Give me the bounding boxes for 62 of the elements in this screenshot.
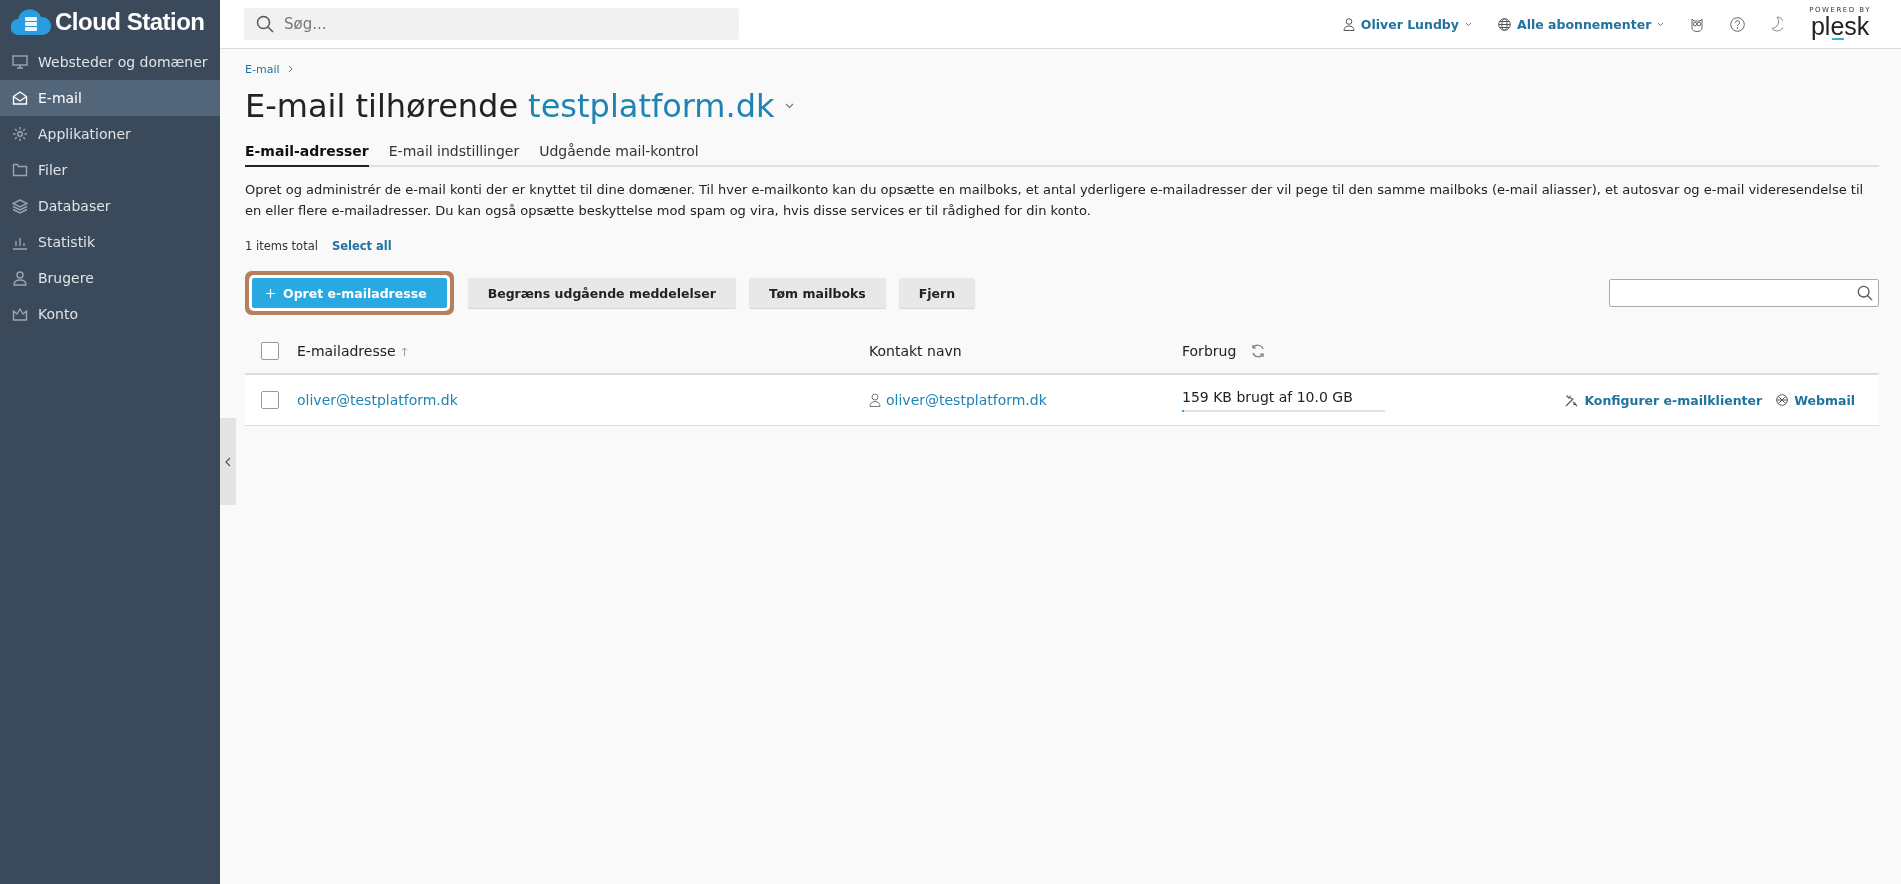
usage-text: 159 KB brugt af 10.0 GB <box>1182 388 1353 405</box>
brand-name: Cloud Station <box>55 8 205 36</box>
mail-icon <box>12 90 28 106</box>
tab[interactable]: E-mail indstillinger <box>388 139 520 167</box>
toolbar-button[interactable]: Tøm mailboks <box>748 278 886 308</box>
sort-arrow-icon <box>400 346 408 356</box>
page-title: E-mail tilhørende <box>245 87 519 125</box>
webmail-link[interactable]: Webmail <box>1776 392 1855 408</box>
search-icon <box>1857 285 1873 301</box>
sidebar-item[interactable]: E-mail <box>0 80 220 116</box>
configure-link[interactable]: Konfigurer e-mailklienter <box>1565 392 1763 408</box>
contact-link[interactable]: oliver@testplatform.dk <box>886 392 1047 408</box>
email-link[interactable]: oliver@testplatform.dk <box>297 392 458 408</box>
breadcrumb-link[interactable]: E-mail <box>245 62 280 76</box>
chevron-right-icon <box>287 65 293 73</box>
caret-icon[interactable] <box>784 103 794 109</box>
chevron-left-icon <box>225 456 231 467</box>
toolbar-button[interactable]: Fjern <box>898 278 976 308</box>
cloud-server-logo-icon <box>11 8 51 36</box>
domain-link[interactable]: testplatform.dk <box>528 87 775 125</box>
globe-icon <box>1776 394 1789 406</box>
collapse-sidebar-handle[interactable] <box>220 418 236 505</box>
subscription-menu[interactable]: Alle abonnementer <box>1497 16 1665 32</box>
sidebar-item[interactable]: Databaser <box>0 188 220 224</box>
toolbar-button[interactable]: Begræns udgående meddelelser <box>467 278 736 308</box>
search-field[interactable]: Søg... <box>244 8 739 40</box>
tab[interactable]: E-mail-adresser <box>245 139 369 167</box>
moon-icon[interactable] <box>1771 16 1784 32</box>
caret-icon <box>1464 21 1472 27</box>
sidebar-item[interactable]: Websteder og domæner <box>0 44 220 80</box>
crown-icon <box>12 306 28 322</box>
sidebar-item[interactable]: Konto <box>0 296 220 332</box>
user-menu[interactable]: Oliver Lundby <box>1342 16 1472 32</box>
layers-icon <box>12 198 28 214</box>
refresh-icon[interactable] <box>1250 343 1267 359</box>
plus-icon <box>266 288 275 298</box>
user-icon <box>12 270 28 286</box>
monitor-icon <box>12 54 28 70</box>
sidebar-item[interactable]: Brugere <box>0 260 220 296</box>
column-header: Kontakt navn <box>869 343 962 359</box>
folder-icon <box>12 162 28 178</box>
tab[interactable]: Udgående mail-kontrol <box>539 139 699 167</box>
row-checkbox[interactable] <box>261 391 279 409</box>
gear-icon <box>12 126 28 142</box>
search-icon <box>256 15 274 33</box>
select-all-checkbox[interactable] <box>261 342 279 360</box>
description-text: Opret og administrér de e-mail konti der er knyttet til dine domæner. Til hver e-mailkonto kan du opsætte en mailboks, et antal yderligere e-mailadresser der vil pege til den samme mailboks (e-mail aliasser), et autosvar og e-mail videresendelse til en eller flere e-mailadresser. Du kan også opsætte beskyttelse mod spam og vira, hvis disse services er til rådighed for din konto. <box>245 181 1865 220</box>
caret-icon <box>1657 21 1665 27</box>
help-icon[interactable] <box>1730 16 1746 32</box>
sidebar-item[interactable]: Filer <box>0 152 220 188</box>
user-icon <box>869 393 881 407</box>
items-total-label: 1 items total <box>245 239 318 253</box>
plesk-logo: plesk <box>1810 13 1870 42</box>
user-icon <box>1342 17 1355 31</box>
list-search-field[interactable] <box>1609 279 1879 307</box>
sidebar-item[interactable]: Applikationer <box>0 116 220 152</box>
owl-icon[interactable] <box>1690 16 1705 32</box>
sidebar-item[interactable]: Statistik <box>0 224 220 260</box>
column-header: Forbrug <box>1182 343 1237 359</box>
select-all-link[interactable]: Select all <box>331 239 392 253</box>
globe-icon <box>1497 17 1511 31</box>
column-header[interactable]: E-mailadresse <box>297 343 396 359</box>
